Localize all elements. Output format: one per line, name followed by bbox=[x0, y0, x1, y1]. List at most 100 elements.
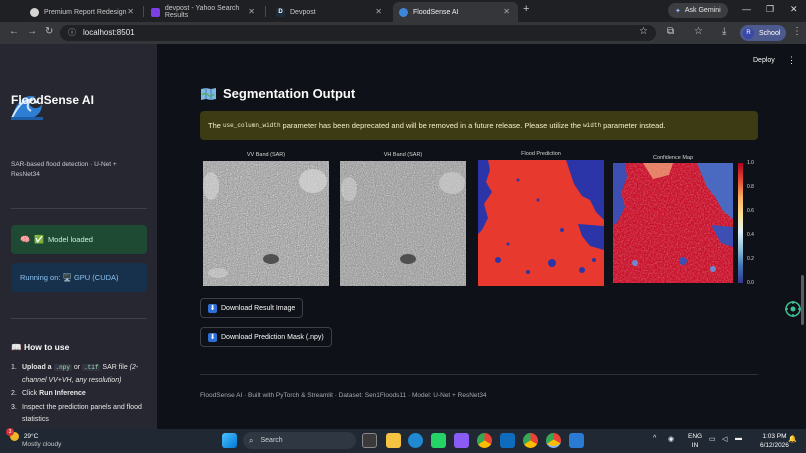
colorbar-tick: 0.2 bbox=[747, 256, 754, 262]
download-prediction-mask-button[interactable]: ⬇ Download Prediction Mask (.npy) bbox=[200, 327, 332, 347]
file-explorer-icon[interactable] bbox=[386, 433, 401, 448]
how-to-steps: 1. Upload a .npy or .tif SAR file (2-cha… bbox=[11, 362, 151, 428]
restore-icon[interactable]: ❐ bbox=[766, 4, 774, 15]
task-view-icon[interactable] bbox=[362, 433, 377, 448]
deprecation-warning: The use_column_width parameter has been … bbox=[200, 111, 758, 140]
browser-toolbar: ← → ↻ ⓘ localhost:8501 ☆ ⧉ ☆ ⤓ R School … bbox=[0, 22, 806, 44]
browser-menu-icon[interactable]: ⋮ bbox=[792, 26, 802, 37]
tab-premium-report[interactable]: Premium Report Redesign ✕ bbox=[24, 2, 142, 22]
taskbar-search[interactable]: ⌕ Search bbox=[243, 432, 356, 449]
main-divider bbox=[200, 374, 758, 375]
outlook-icon[interactable] bbox=[500, 433, 515, 448]
chrome-active-icon[interactable] bbox=[546, 433, 561, 448]
sidebar-divider bbox=[11, 318, 147, 319]
colorbar-tick: 0.8 bbox=[747, 184, 754, 190]
url-text: localhost:8501 bbox=[83, 28, 135, 37]
profile-button[interactable]: R School bbox=[740, 25, 787, 41]
minimize-icon[interactable]: — bbox=[742, 4, 751, 14]
battery-icon[interactable]: ▬ bbox=[735, 435, 742, 442]
tab-devpost[interactable]: D Devpost ✕ bbox=[270, 2, 390, 22]
close-tab-icon[interactable]: ✕ bbox=[503, 7, 510, 16]
download-result-image-button[interactable]: ⬇ Download Result Image bbox=[200, 298, 304, 318]
model-status-alert: 🧠 ✅ Model loaded bbox=[11, 225, 147, 254]
checkmark-icon: ✅ bbox=[33, 235, 44, 244]
forward-icon[interactable]: → bbox=[27, 26, 37, 37]
language-indicator[interactable]: ENG IN bbox=[688, 432, 702, 450]
reload-icon[interactable]: ↻ bbox=[45, 26, 53, 37]
new-tab-icon[interactable]: + bbox=[523, 3, 529, 15]
notification-badge: 3 bbox=[6, 428, 14, 436]
tab-label: FloodSense AI bbox=[413, 8, 459, 16]
close-tab-icon[interactable]: ✕ bbox=[248, 7, 255, 16]
colorbar-tick: 0.6 bbox=[747, 208, 754, 214]
security-icon[interactable]: ◉ bbox=[668, 435, 674, 443]
network-icon[interactable]: ▭ bbox=[709, 435, 716, 443]
download-icon: ⬇ bbox=[208, 332, 217, 342]
panel-title-vh: VH Band (SAR) bbox=[383, 152, 423, 158]
section-title: Segmentation Output bbox=[201, 86, 355, 101]
weather-widget[interactable]: 3 29°C Mostly cloudy bbox=[6, 428, 61, 449]
copilot-icon[interactable] bbox=[454, 433, 469, 448]
notifications-icon[interactable]: 🔔 bbox=[788, 435, 797, 443]
download-icon: ⬇ bbox=[208, 303, 217, 313]
ask-gemini-button[interactable]: ✦ Ask Gemini bbox=[668, 3, 728, 18]
tab-floodsense[interactable]: FloodSense AI ✕ bbox=[393, 2, 518, 22]
volume-icon[interactable]: ◁ bbox=[722, 435, 727, 443]
deploy-button[interactable]: Deploy bbox=[753, 57, 775, 64]
search-icon: ⌕ bbox=[249, 435, 254, 445]
vh-band-image bbox=[340, 161, 466, 286]
windows-start-icon[interactable] bbox=[222, 433, 237, 448]
model-status-text: Model loaded bbox=[47, 235, 93, 244]
brain-icon: 🧠 bbox=[20, 235, 30, 244]
list-item: 1. Upload a .npy or .tif SAR file (2-cha… bbox=[11, 364, 139, 384]
footer-caption: FloodSense AI · Built with PyTorch & Str… bbox=[200, 392, 487, 399]
tab-favicon-icon bbox=[30, 7, 39, 17]
vv-band-image bbox=[203, 161, 329, 286]
confidence-map-image bbox=[613, 163, 733, 283]
main-menu-icon[interactable]: ⋮ bbox=[787, 55, 796, 66]
edge-icon[interactable] bbox=[408, 433, 423, 448]
tab-label: Devpost bbox=[290, 8, 316, 16]
site-info-icon[interactable]: ⓘ bbox=[68, 27, 76, 38]
panel-title-prediction: Flood Prediction bbox=[521, 151, 561, 157]
chrome-icon[interactable] bbox=[477, 433, 492, 448]
windows-taskbar: 3 29°C Mostly cloudy ⌕ Search ^ ◉ ENG IN… bbox=[0, 428, 806, 453]
close-tab-icon[interactable]: ✕ bbox=[375, 7, 382, 16]
tab-yahoo-search[interactable]: devpost - Yahoo Search Results ✕ bbox=[145, 2, 263, 22]
device-status-text: Running on: 🖥️ GPU (CUDA) bbox=[20, 273, 119, 282]
download-icon[interactable]: ⤓ bbox=[722, 26, 726, 37]
bookmark-star-icon[interactable]: ☆ bbox=[639, 26, 648, 37]
system-clock[interactable]: 1:03 PM 6/12/2026 bbox=[760, 432, 789, 450]
profile-label: School bbox=[759, 29, 781, 37]
list-item: 3. Inspect the prediction panels and flo… bbox=[11, 403, 142, 424]
weather-icon: 3 bbox=[6, 428, 19, 441]
close-window-icon[interactable]: ✕ bbox=[790, 4, 798, 15]
gemini-star-icon: ✦ bbox=[675, 7, 681, 15]
back-icon[interactable]: ← bbox=[9, 26, 19, 37]
ask-gemini-label: Ask Gemini bbox=[684, 7, 721, 14]
close-tab-icon[interactable]: ✕ bbox=[127, 7, 134, 16]
panel-title-confidence: Confidence Map bbox=[652, 155, 694, 161]
flood-prediction-image bbox=[478, 160, 604, 286]
colorbar-tick: 0.0 bbox=[747, 280, 754, 286]
sidebar-divider bbox=[11, 208, 147, 209]
ai-assistant-icon[interactable] bbox=[784, 300, 802, 318]
vscode-icon[interactable] bbox=[569, 433, 584, 448]
colorbar-tick: 1.0 bbox=[747, 160, 754, 166]
book-icon: 📖 bbox=[11, 342, 22, 352]
avatar: R bbox=[743, 27, 754, 39]
whatsapp-icon[interactable] bbox=[431, 433, 446, 448]
how-to-heading: 📖 How to use bbox=[11, 342, 70, 352]
app-title: FloodSense AI bbox=[11, 93, 94, 107]
address-bar[interactable]: ⓘ localhost:8501 ☆ bbox=[60, 25, 656, 41]
bookmarks-icon[interactable]: ☆ bbox=[694, 26, 703, 37]
tab-label: Premium Report Redesign bbox=[44, 8, 127, 16]
device-status-alert: Running on: 🖥️ GPU (CUDA) bbox=[11, 263, 147, 292]
app-subtitle: SAR-based flood detection · U-Net + ResN… bbox=[11, 161, 117, 178]
panel-title-vv: VV Band (SAR) bbox=[246, 152, 286, 158]
tray-chevron-icon[interactable]: ^ bbox=[653, 435, 656, 442]
extensions-icon[interactable]: ⧉ bbox=[667, 26, 674, 37]
chrome-profile-icon[interactable] bbox=[523, 433, 538, 448]
devpost-favicon-icon: D bbox=[276, 7, 285, 17]
confidence-colorbar bbox=[738, 163, 743, 283]
